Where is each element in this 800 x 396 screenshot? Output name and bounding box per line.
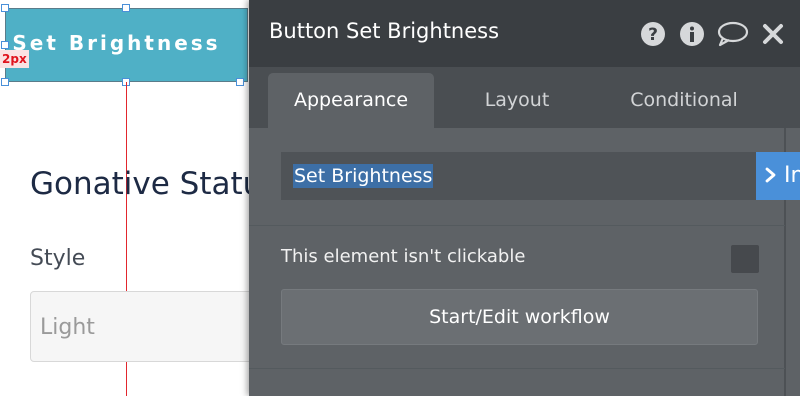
resize-handle-top-center[interactable] — [122, 4, 130, 12]
tab-appearance[interactable]: Appearance — [268, 73, 434, 128]
canvas-button-label: Set Brightness — [12, 31, 221, 55]
info-icon[interactable] — [679, 21, 705, 47]
insert-dynamic-data-button[interactable]: In — [756, 152, 800, 200]
canvas-button-set-brightness[interactable]: Set Brightness — [5, 8, 248, 82]
resize-handle-left-middle[interactable] — [1, 41, 9, 49]
svg-text:?: ? — [648, 25, 658, 45]
resize-handle-bottom-left[interactable] — [1, 78, 9, 86]
start-edit-workflow-button[interactable]: Start/Edit workflow — [281, 289, 758, 345]
tab-conditional[interactable]: Conditional — [609, 73, 759, 128]
resize-handle-top-left[interactable] — [1, 4, 9, 12]
help-icon[interactable]: ? — [640, 21, 666, 47]
panel-title: Button Set Brightness — [269, 19, 500, 43]
property-editor-panel: Button Set Brightness ? Appearance Layou… — [249, 0, 800, 396]
margin-size-badge: 2px — [0, 50, 29, 68]
comment-icon[interactable] — [717, 21, 749, 47]
canvas-style-label: Style — [30, 246, 86, 271]
resize-handle-bottom-right[interactable] — [236, 78, 244, 86]
not-clickable-label: This element isn't clickable — [281, 246, 526, 267]
insert-dynamic-data-label: In — [784, 163, 800, 188]
element-name-selected-text: Set Brightness — [293, 164, 434, 188]
canvas-heading: Gonative Status — [30, 166, 279, 202]
not-clickable-checkbox[interactable] — [731, 245, 759, 273]
chevron-right-icon — [765, 167, 776, 183]
close-icon[interactable] — [760, 21, 786, 47]
element-name-input[interactable]: Set Brightness — [281, 152, 758, 200]
section-divider — [249, 225, 785, 226]
tab-layout[interactable]: Layout — [449, 73, 585, 128]
section-divider — [249, 368, 785, 369]
canvas-style-dropdown[interactable]: Light — [30, 291, 270, 362]
panel-tabbar: Appearance Layout Conditional — [249, 67, 800, 128]
panel-header: Button Set Brightness ? — [249, 0, 800, 67]
